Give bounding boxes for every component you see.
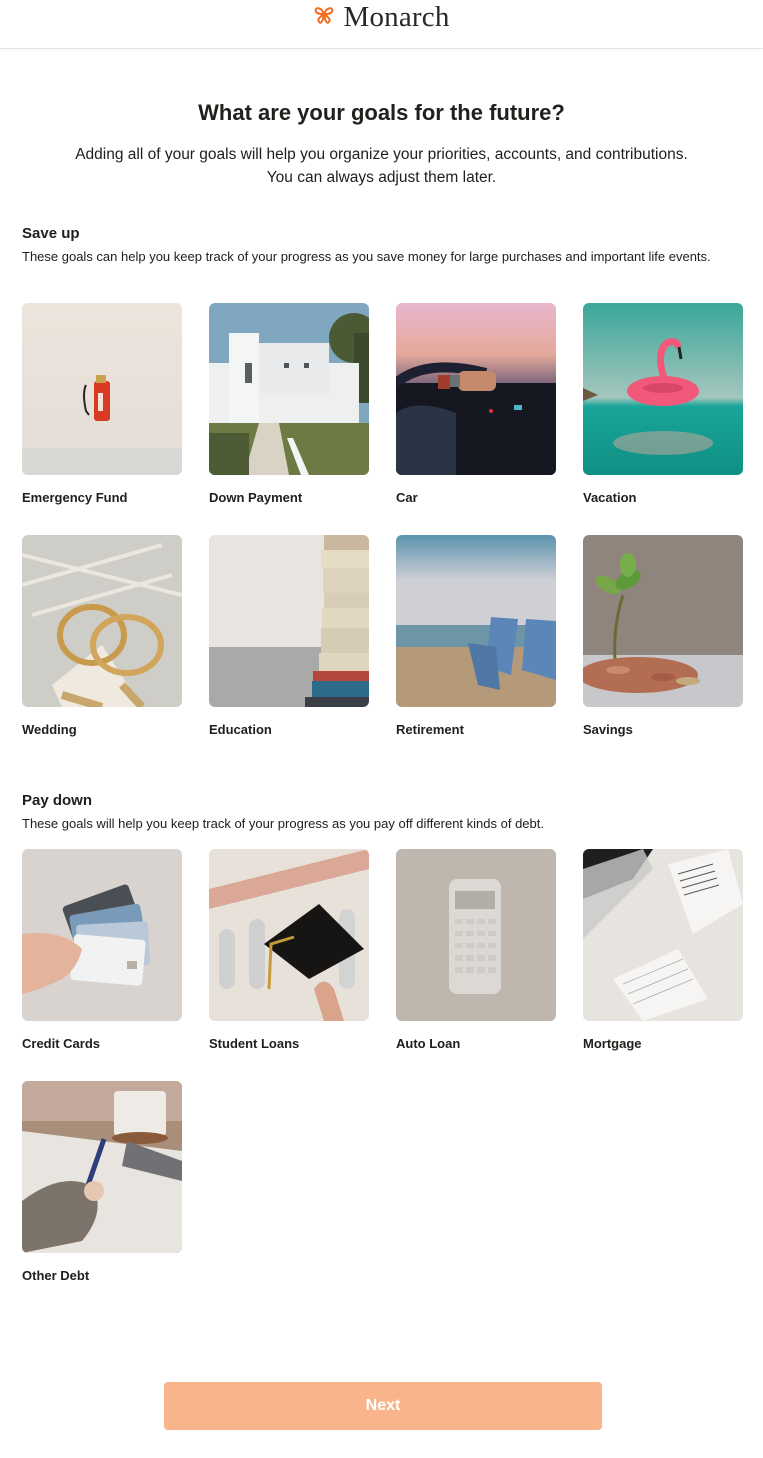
save-up-title: Save up xyxy=(22,225,80,242)
page-title: What are your goals for the future? xyxy=(198,100,565,125)
beach-chairs-photo xyxy=(396,535,556,707)
goal-card-down-payment[interactable]: Down Payment xyxy=(209,303,369,505)
goal-card-other-debt[interactable]: Other Debt xyxy=(22,1081,182,1283)
butterfly-icon xyxy=(313,4,335,31)
book-stack-photo xyxy=(209,535,369,707)
goal-label: Other Debt xyxy=(22,1268,90,1283)
white-house-photo xyxy=(209,303,369,475)
flamingo-float-photo xyxy=(583,303,743,475)
plant-coins-photo xyxy=(583,535,743,707)
goal-label: Vacation xyxy=(583,490,637,505)
goal-card-wedding[interactable]: Wedding xyxy=(22,535,182,737)
monarch-logo[interactable]: Monarch xyxy=(313,1,449,34)
paperwork-photo xyxy=(583,849,743,1021)
next-button[interactable]: Next xyxy=(164,1382,602,1430)
goal-card-emergency-fund[interactable]: Emergency Fund xyxy=(22,303,182,505)
goal-label: Mortgage xyxy=(583,1036,642,1051)
subtitle-line-2: You can always adjust them later. xyxy=(266,169,497,186)
wedding-rings-photo xyxy=(22,535,182,707)
goal-card-student-loans[interactable]: Student Loans xyxy=(209,849,369,1051)
goal-card-auto-loan[interactable]: Auto Loan xyxy=(396,849,556,1051)
top-header: Monarch xyxy=(0,0,763,49)
pay-down-title: Pay down xyxy=(22,792,93,809)
fire-extinguisher-photo xyxy=(22,303,182,475)
goal-label: Education xyxy=(209,722,272,737)
page-subtitle: Adding all of your goals will help you o… xyxy=(0,143,763,189)
goal-card-education[interactable]: Education xyxy=(209,535,369,737)
writing-hand-photo xyxy=(22,1081,182,1253)
calculator-photo xyxy=(396,849,556,1021)
graduation-cap-photo xyxy=(209,849,369,1021)
goal-label: Auto Loan xyxy=(396,1036,461,1051)
goal-label: Car xyxy=(396,490,418,505)
goal-card-car[interactable]: Car xyxy=(396,303,556,505)
steering-wheel-photo xyxy=(396,303,556,475)
credit-cards-photo xyxy=(22,849,182,1021)
goal-card-credit-cards[interactable]: Credit Cards xyxy=(22,849,182,1051)
goal-label: Student Loans xyxy=(209,1036,300,1051)
goal-label: Emergency Fund xyxy=(22,490,128,505)
goal-label: Retirement xyxy=(396,722,464,737)
goal-label: Wedding xyxy=(22,722,77,737)
logo-text: Monarch xyxy=(343,0,450,33)
goal-card-savings[interactable]: Savings xyxy=(583,535,743,737)
goal-card-mortgage[interactable]: Mortgage xyxy=(583,849,743,1051)
goal-label: Savings xyxy=(583,722,633,737)
goal-card-vacation[interactable]: Vacation xyxy=(583,303,743,505)
goal-label: Down Payment xyxy=(209,490,303,505)
subtitle-line-1: Adding all of your goals will help you o… xyxy=(75,146,688,163)
pay-down-description: These goals will help you keep track of … xyxy=(22,816,544,831)
save-up-description: These goals can help you keep track of y… xyxy=(22,249,711,264)
goal-label: Credit Cards xyxy=(22,1036,101,1051)
goal-card-retirement[interactable]: Retirement xyxy=(396,535,556,737)
